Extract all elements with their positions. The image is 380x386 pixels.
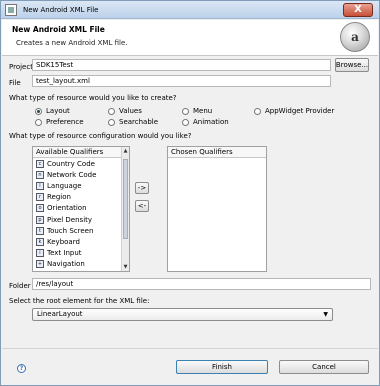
project-field[interactable]: SDK15Test: [32, 59, 331, 71]
browse-button[interactable]: Browse...: [335, 58, 369, 72]
wizard-title: New Android XML File: [12, 25, 105, 34]
resource-type-question: What type of resource would you like to …: [9, 94, 177, 102]
list-item[interactable]: c Country Code: [33, 158, 129, 169]
radio-searchable[interactable]: Searchable: [108, 118, 158, 126]
list-item-label: Text Input: [47, 249, 82, 258]
radio-dot: [254, 107, 261, 115]
list-item-label: Region: [47, 193, 71, 202]
radio-dot: [182, 107, 189, 115]
radio-dot: [182, 118, 189, 126]
folder-field[interactable]: /res/layout: [32, 278, 371, 290]
wizard-header: New Android XML File Creates a new Andro…: [2, 20, 378, 56]
wizard-subtitle: Creates a new Android XML file.: [16, 39, 128, 47]
root-element-select[interactable]: LinearLayout ▼: [32, 308, 333, 321]
list-item[interactable]: l Language: [33, 180, 129, 191]
language-icon: l: [36, 181, 44, 190]
radio-layout[interactable]: Layout: [35, 107, 70, 115]
touch-screen-icon: t: [36, 226, 44, 235]
dropdown-arrow-icon: ▼: [323, 311, 328, 318]
cancel-button[interactable]: Cancel: [279, 360, 369, 374]
country-code-icon: c: [36, 159, 44, 168]
window-icon: [5, 3, 17, 16]
region-icon: r: [36, 193, 44, 202]
scroll-down-icon[interactable]: ▼: [122, 263, 129, 271]
title-bar[interactable]: New Android XML File X: [1, 1, 379, 19]
dialog-window: New Android XML File X New Android XML F…: [0, 0, 380, 386]
radio-values-label: Values: [119, 107, 142, 115]
network-code-icon: n: [36, 170, 44, 179]
text-input-icon: i: [36, 249, 44, 258]
list-item[interactable]: r Region: [33, 192, 129, 203]
window-title: New Android XML File: [23, 5, 99, 14]
radio-dot: [35, 118, 42, 126]
scroll-up-icon[interactable]: ▲: [122, 147, 129, 155]
radio-animation[interactable]: Animation: [182, 118, 229, 126]
list-item-label: Navigation: [47, 260, 85, 269]
radio-layout-label: Layout: [46, 107, 70, 115]
chosen-qualifiers-header: Chosen Qualifiers: [168, 147, 266, 158]
list-item-label: Touch Screen: [47, 226, 94, 235]
orientation-icon: o: [36, 204, 44, 213]
list-item-label: Pixel Density: [47, 215, 93, 224]
chosen-qualifiers-list[interactable]: Chosen Qualifiers: [167, 146, 267, 272]
folder-label: Folder: [9, 282, 31, 290]
list-item-label: Keyboard: [47, 237, 80, 246]
list-item-label: Orientation: [47, 204, 87, 213]
available-qualifiers-list[interactable]: Available Qualifiers c Country Code n Netw…: [32, 146, 130, 272]
remove-qualifier-button[interactable]: <-: [135, 200, 149, 212]
list-item[interactable]: k Keyboard: [33, 236, 129, 247]
help-icon[interactable]: ?: [17, 364, 26, 373]
radio-searchable-label: Searchable: [119, 118, 159, 126]
radio-dot-selected: [35, 107, 42, 115]
radio-animation-label: Animation: [193, 118, 229, 126]
configuration-question: What type of resource configuration woul…: [9, 132, 192, 140]
file-field[interactable]: test_layout.xml: [32, 75, 331, 87]
list-item[interactable]: t Touch Screen: [33, 225, 129, 236]
file-label: File: [9, 79, 21, 87]
list-item[interactable]: p Pixel Density: [33, 214, 129, 225]
logo-icon: a: [340, 22, 370, 52]
radio-values[interactable]: Values: [108, 107, 142, 115]
radio-menu-label: Menu: [193, 107, 213, 115]
close-icon: X: [354, 4, 362, 15]
scroll-thumb[interactable]: [123, 159, 128, 239]
footer-separator: [2, 348, 378, 349]
available-qualifiers-header: Available Qualifiers: [33, 147, 129, 158]
radio-appwidget-label: AppWidget Provider: [265, 107, 335, 115]
root-element-question: Select the root element for the XML file…: [9, 297, 150, 305]
add-qualifier-button[interactable]: ->: [135, 182, 149, 194]
list-item-label: Country Code: [47, 159, 95, 168]
navigation-icon: +: [36, 260, 44, 269]
radio-preference-label: Preference: [46, 118, 84, 126]
list-item[interactable]: o Orientation: [33, 203, 129, 214]
list-item[interactable]: + Navigation: [33, 259, 129, 270]
root-element-value: LinearLayout: [37, 310, 83, 318]
list-item[interactable]: i Text Input: [33, 248, 129, 259]
pixel-density-icon: p: [36, 215, 44, 224]
keyboard-icon: k: [36, 237, 44, 246]
radio-preference[interactable]: Preference: [35, 118, 84, 126]
close-button[interactable]: X: [343, 3, 373, 17]
logo-text: a: [351, 30, 359, 44]
list-item-label: Network Code: [47, 170, 97, 179]
radio-dot: [108, 107, 115, 115]
radio-dot: [108, 118, 115, 126]
radio-menu[interactable]: Menu: [182, 107, 212, 115]
project-label: Project: [9, 63, 33, 71]
list-item-label: Language: [47, 181, 82, 190]
list-item[interactable]: n Network Code: [33, 169, 129, 180]
radio-appwidget-provider[interactable]: AppWidget Provider: [254, 107, 334, 115]
finish-button[interactable]: Finish: [176, 360, 268, 374]
qualifiers-scrollbar[interactable]: ▲ ▼: [121, 147, 129, 271]
